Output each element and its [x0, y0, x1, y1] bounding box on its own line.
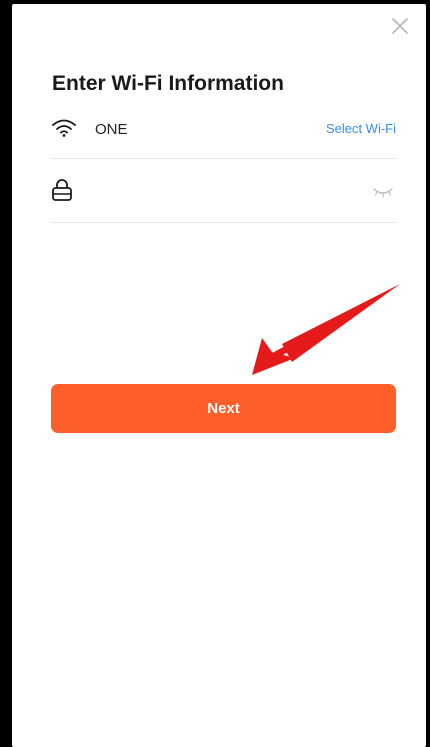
- wifi-setup-screen: Enter Wi-Fi Information ONE Select Wi-Fi: [12, 4, 426, 747]
- wifi-icon: [52, 119, 76, 137]
- wifi-ssid: ONE: [95, 121, 128, 138]
- eye-closed-icon[interactable]: [372, 186, 394, 198]
- wifi-row: ONE Select Wi-Fi: [51, 110, 396, 150]
- close-icon[interactable]: [388, 14, 412, 38]
- select-wifi-link[interactable]: Select Wi-Fi: [326, 121, 396, 136]
- password-input[interactable]: [95, 180, 349, 208]
- red-arrow-pointer: [252, 284, 400, 375]
- divider: [51, 222, 396, 223]
- divider: [51, 158, 396, 159]
- device-frame: Enter Wi-Fi Information ONE Select Wi-Fi: [0, 0, 430, 747]
- next-button[interactable]: Next: [51, 384, 396, 433]
- password-row: [51, 174, 396, 214]
- next-button-label: Next: [207, 400, 240, 417]
- page-title: Enter Wi-Fi Information: [52, 72, 284, 95]
- lock-icon: [52, 179, 72, 201]
